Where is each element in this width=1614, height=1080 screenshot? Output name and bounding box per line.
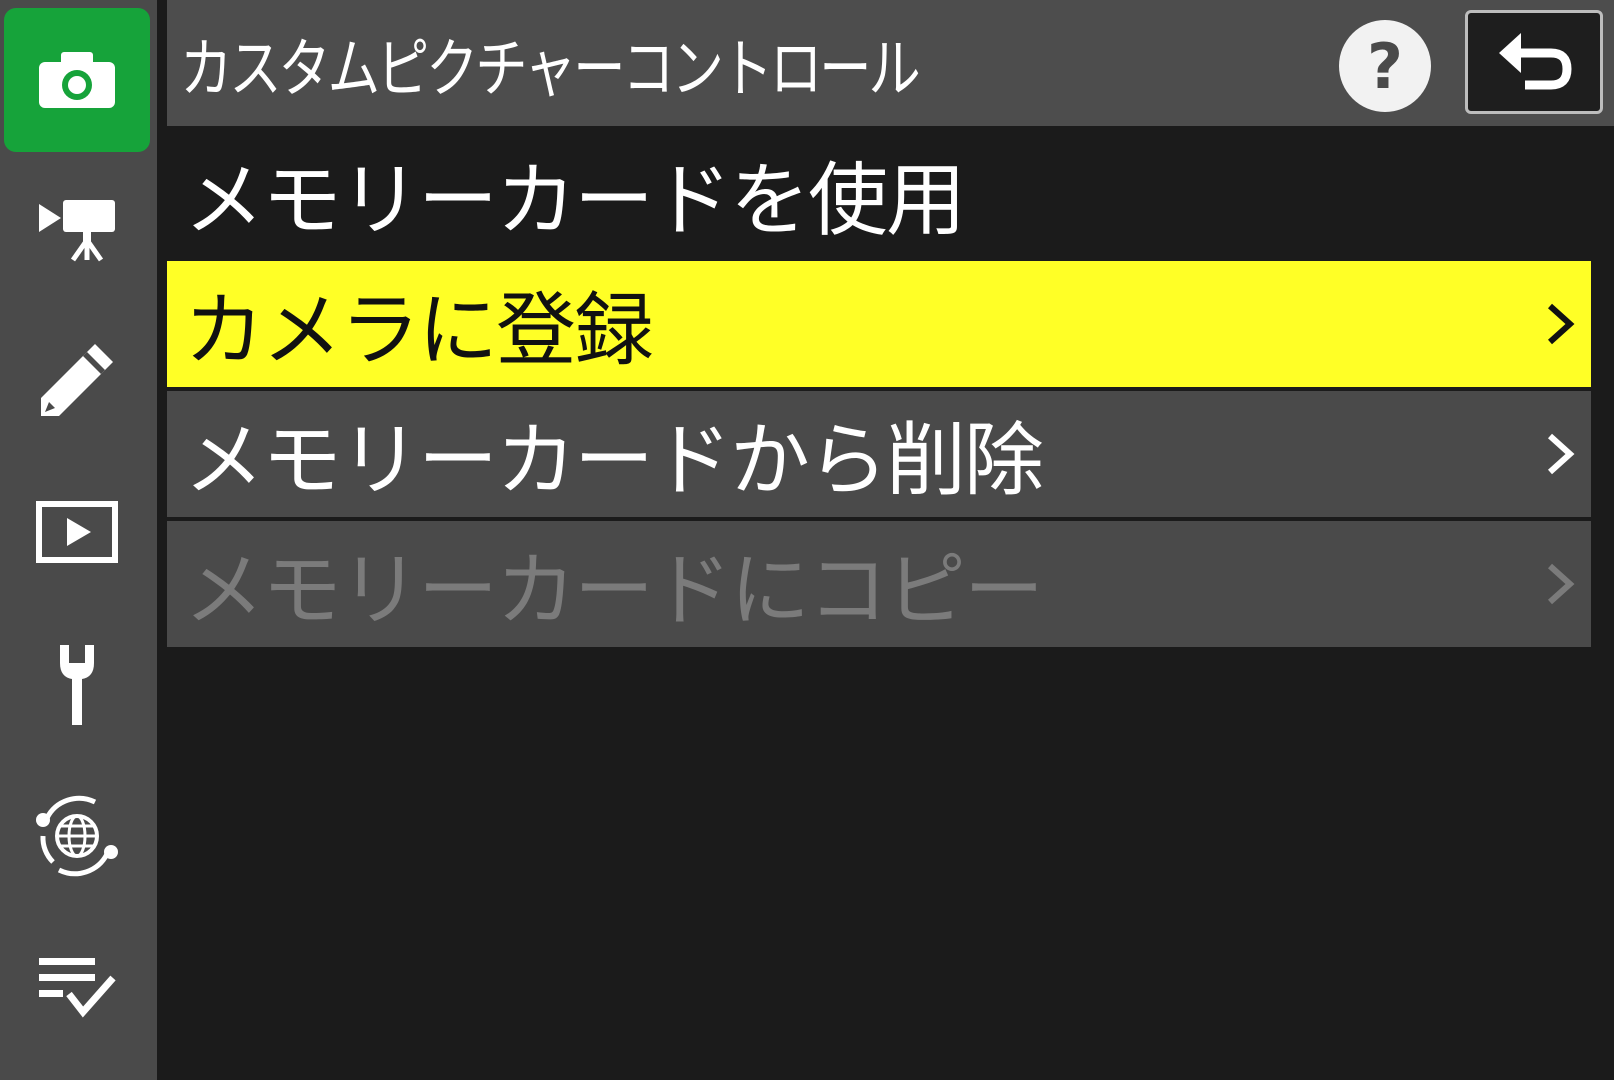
menu-item-copy-to-card: メモリーカードにコピー	[167, 521, 1591, 647]
my-menu-icon	[39, 958, 116, 1018]
playback-icon	[36, 501, 118, 563]
network-icon	[36, 795, 118, 877]
menu-item-label: メモリーカードから削除	[184, 414, 1044, 507]
sidebar-item-movie[interactable]	[4, 158, 150, 302]
sidebar-item-playback[interactable]	[4, 460, 150, 604]
video-camera-icon	[39, 200, 115, 262]
pencil-icon	[41, 344, 113, 416]
sidebar-item-photo-shooting[interactable]	[4, 8, 150, 152]
header-bar: カスタムピクチャーコントロール ?	[167, 0, 1614, 126]
menu-item-use-memory-card[interactable]: メモリーカードを使用	[167, 131, 1591, 257]
chevron-right-icon	[1547, 433, 1575, 475]
sidebar-item-my-menu[interactable]	[4, 916, 150, 1060]
page-title: カスタムピクチャーコントロール	[180, 33, 921, 107]
sidebar-item-network[interactable]	[4, 764, 150, 908]
sidebar-item-retouch[interactable]	[4, 308, 150, 452]
camera-icon	[39, 52, 115, 108]
help-button[interactable]: ?	[1339, 20, 1431, 112]
back-button[interactable]	[1465, 10, 1603, 114]
return-icon	[1499, 33, 1572, 90]
help-icon: ?	[1367, 29, 1403, 103]
sidebar-item-setup[interactable]	[4, 612, 150, 756]
chevron-right-icon	[1547, 303, 1575, 345]
menu-item-save-to-camera[interactable]: カメラに登録	[167, 261, 1591, 387]
menu-item-label: メモリーカードにコピー	[184, 544, 1044, 637]
menu-item-label: メモリーカードを使用	[184, 154, 966, 247]
menu-item-delete-from-card[interactable]: メモリーカードから削除	[167, 391, 1591, 517]
wrench-icon	[60, 645, 94, 725]
menu-item-label: カメラに登録	[184, 284, 654, 377]
chevron-right-icon	[1547, 563, 1575, 605]
sidebar	[0, 0, 157, 1080]
